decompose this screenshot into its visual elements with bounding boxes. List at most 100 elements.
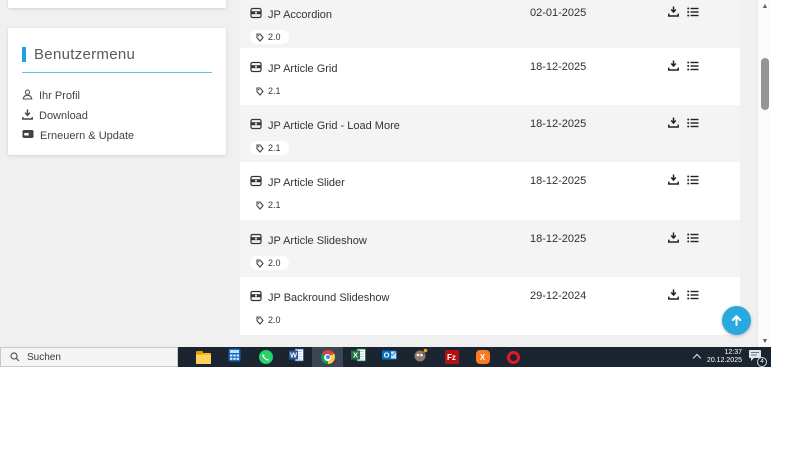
extension-name[interactable]: JP Article Slider	[268, 177, 345, 189]
filezilla-label: Fz	[447, 352, 456, 362]
module-icon	[250, 61, 262, 76]
details-list-icon[interactable]	[687, 233, 699, 243]
svg-text:O: O	[384, 350, 390, 359]
vertical-scrollbar[interactable]: ▲ ▼	[757, 0, 771, 347]
gimp-icon	[413, 348, 428, 367]
sidebar-item-label: Erneuern & Update	[40, 129, 135, 142]
tray-time: 12:37	[724, 348, 742, 356]
tray-clock[interactable]: 12:37 20.12.2025	[707, 349, 742, 366]
sidebar-item-download[interactable]: Download	[22, 109, 212, 123]
sidebar-item-label: Ihr Profil	[39, 90, 80, 102]
version-badge: 2.1	[250, 84, 289, 98]
notification-badge: 4	[757, 357, 767, 367]
browser-page: Benutzermenu Ihr Profil Download Erneuer…	[0, 0, 757, 347]
notification-center-button[interactable]: 4	[748, 349, 767, 367]
user-menu-card: Benutzermenu Ihr Profil Download Erneuer…	[8, 28, 226, 155]
extension-row: JP Article Slideshow 2.0 18-12-2025	[240, 220, 740, 277]
tray-chevron-up-icon[interactable]	[693, 353, 701, 361]
tag-icon	[256, 315, 264, 325]
extension-name[interactable]: JP Accordion	[268, 9, 332, 21]
arrow-up-icon	[731, 315, 742, 326]
tag-icon	[256, 86, 264, 96]
download-icon[interactable]	[668, 174, 679, 185]
search-icon	[10, 352, 20, 362]
details-list-icon[interactable]	[687, 175, 699, 185]
extension-name[interactable]: JP Backround Slideshow	[268, 292, 389, 304]
details-list-icon[interactable]	[687, 7, 699, 17]
download-icon[interactable]	[668, 60, 679, 71]
download-icon	[22, 109, 33, 123]
svg-text:W: W	[290, 350, 298, 359]
version-badge: 2.0	[250, 30, 289, 44]
tag-icon	[256, 32, 264, 42]
extension-date: 29-12-2024	[530, 290, 587, 302]
outlook-icon: O	[382, 348, 397, 367]
extension-name[interactable]: JP Article Slideshow	[268, 235, 367, 247]
version-number: 2.0	[268, 315, 281, 325]
file-explorer-icon	[196, 350, 211, 364]
taskbar-app-word[interactable]: W	[281, 347, 312, 367]
xampp-icon: X	[475, 350, 490, 364]
search-label: Suchen	[27, 351, 61, 363]
extension-date: 18-12-2025	[530, 175, 587, 187]
extension-date: 18-12-2025	[530, 118, 587, 130]
version-number: 2.1	[268, 86, 281, 96]
scrollbar-down-arrow[interactable]: ▼	[758, 335, 771, 347]
extension-row: JP Accordion 2.0 02-01-2025	[240, 0, 740, 48]
svg-text:X: X	[353, 350, 358, 359]
version-number: 2.0	[268, 32, 281, 42]
taskbar-app-outlook[interactable]: O	[374, 347, 405, 367]
version-badge: 2.1	[250, 198, 289, 212]
module-icon	[250, 7, 262, 22]
user-icon	[22, 89, 33, 103]
module-icon	[250, 290, 262, 305]
extensions-list: JP Accordion 2.0 02-01-2025 JP Article G…	[240, 0, 740, 335]
download-icon[interactable]	[668, 6, 679, 17]
desktop-screenshot: Benutzermenu Ihr Profil Download Erneuer…	[0, 0, 771, 367]
extension-date: 02-01-2025	[530, 7, 587, 19]
taskbar-app-file-explorer[interactable]	[188, 347, 219, 367]
xampp-label: X	[479, 352, 486, 362]
whatsapp-icon	[258, 350, 273, 364]
taskbar-app-xampp[interactable]: X	[467, 347, 498, 367]
tray-date: 20.12.2025	[706, 357, 742, 364]
details-list-icon[interactable]	[687, 118, 699, 128]
details-list-icon[interactable]	[687, 290, 699, 300]
version-number: 2.0	[268, 258, 281, 268]
taskbar-app-gimp[interactable]	[405, 347, 436, 367]
tag-icon	[256, 200, 264, 210]
taskbar-app-calculator[interactable]	[219, 347, 250, 367]
taskbar-app-chrome[interactable]	[312, 347, 343, 367]
download-icon[interactable]	[668, 289, 679, 300]
download-icon[interactable]	[668, 117, 679, 128]
extension-name[interactable]: JP Article Grid	[268, 63, 338, 75]
calculator-icon	[228, 348, 241, 367]
tag-icon	[256, 143, 264, 153]
extension-row: JP Article Grid 2.1 18-12-2025	[240, 48, 740, 105]
extension-row: JP Article Grid - Load More 2.1 18-12-20…	[240, 105, 740, 162]
download-icon[interactable]	[668, 232, 679, 243]
sidebar-item-label: Download	[39, 110, 88, 122]
filezilla-icon: Fz	[444, 350, 459, 364]
sidebar-item-renew-update[interactable]: Erneuern & Update	[22, 129, 212, 142]
module-icon	[250, 233, 262, 248]
version-number: 2.1	[268, 143, 281, 153]
scrollbar-thumb[interactable]	[761, 58, 769, 110]
user-menu-title: Benutzermenu	[22, 46, 212, 63]
taskbar-app-filezilla[interactable]: Fz	[436, 347, 467, 367]
divider	[22, 72, 212, 73]
scroll-to-top-button[interactable]	[722, 306, 751, 335]
excel-icon: X	[351, 348, 366, 367]
taskbar-app-whatsapp[interactable]	[250, 347, 281, 367]
module-icon	[250, 118, 262, 133]
scrollbar-up-arrow[interactable]: ▲	[758, 0, 771, 12]
version-badge: 2.1	[250, 141, 289, 155]
sidebar-item-profile[interactable]: Ihr Profil	[22, 89, 212, 103]
taskbar-app-opera[interactable]	[498, 347, 529, 367]
version-badge: 2.0	[250, 256, 289, 270]
taskbar-search-box[interactable]: Suchen	[0, 347, 178, 367]
taskbar-app-excel[interactable]: X	[343, 347, 374, 367]
extension-name[interactable]: JP Article Grid - Load More	[268, 120, 400, 132]
details-list-icon[interactable]	[687, 61, 699, 71]
word-icon: W	[289, 348, 304, 367]
